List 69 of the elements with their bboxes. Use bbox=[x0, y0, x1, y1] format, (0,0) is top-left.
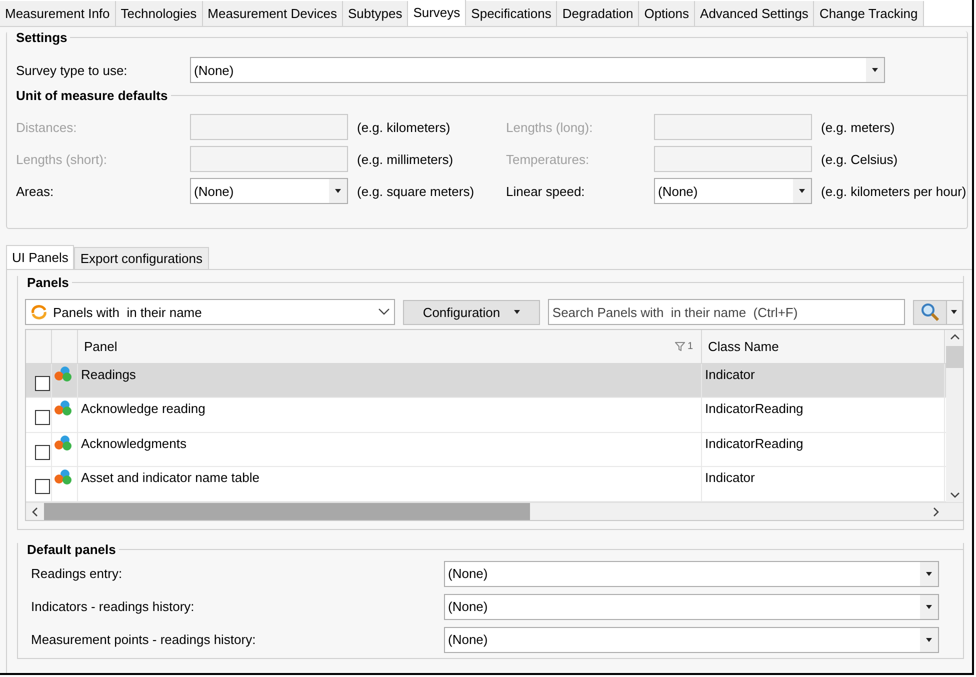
configuration-button[interactable]: Configuration bbox=[402, 300, 540, 324]
table-cell: Indicator bbox=[702, 364, 945, 398]
group-title: Settings bbox=[7, 30, 70, 45]
checkbox[interactable] bbox=[35, 479, 50, 494]
field-label: Survey type to use: bbox=[16, 62, 128, 78]
table-cell: Asset and indicator name table bbox=[78, 467, 702, 501]
table-cell: IndicatorReading bbox=[702, 398, 945, 432]
table-row[interactable]: Acknowledge reading IndicatorReading bbox=[26, 398, 946, 433]
table-cell: IndicatorReading bbox=[702, 432, 945, 466]
vertical-scrollbar[interactable] bbox=[946, 330, 963, 502]
horizontal-scrollbar[interactable] bbox=[26, 502, 963, 520]
tab[interactable]: Measurement Info bbox=[0, 1, 116, 26]
panel-dropdown[interactable]: (None) bbox=[444, 626, 939, 652]
column-header[interactable]: Panel 1 bbox=[78, 330, 702, 363]
field-label: Lengths (long): bbox=[506, 120, 594, 134]
panel-dropdown[interactable]: (None) bbox=[444, 560, 939, 586]
checkbox[interactable] bbox=[35, 444, 50, 460]
table-cell: Readings bbox=[78, 364, 702, 398]
scroll-left-icon[interactable] bbox=[31, 506, 39, 516]
table-row[interactable]: Acknowledgments IndicatorReading bbox=[26, 432, 946, 468]
hint-text: (e.g. square meters) bbox=[356, 184, 476, 198]
unit-dropdown[interactable]: (None) bbox=[190, 178, 348, 204]
scroll-right-icon[interactable] bbox=[932, 506, 940, 516]
tab[interactable]: Options bbox=[639, 1, 696, 26]
tab[interactable]: Technologies bbox=[116, 1, 203, 26]
tab[interactable]: Specifications bbox=[466, 1, 558, 26]
hint-text: (e.g. meters) bbox=[820, 120, 896, 134]
search-icon bbox=[920, 302, 940, 322]
sort-indicator: 1 bbox=[675, 340, 693, 352]
table-cell: Acknowledge reading bbox=[78, 398, 702, 432]
tab[interactable]: Measurement Devices bbox=[202, 1, 343, 26]
spheres-icon bbox=[53, 400, 73, 416]
field-label: Distances: bbox=[16, 120, 78, 134]
spheres-icon bbox=[53, 469, 73, 486]
tab[interactable]: UI Panels bbox=[6, 245, 74, 269]
survey-type-dropdown[interactable]: (None) bbox=[190, 57, 885, 83]
checkbox[interactable] bbox=[35, 376, 50, 391]
table-row[interactable]: Readings Indicator bbox=[26, 364, 946, 398]
unit-dropdown[interactable]: (None) bbox=[654, 178, 812, 204]
field-label: Measurement points - readings history: bbox=[31, 632, 257, 647]
search-button[interactable] bbox=[912, 300, 947, 324]
field-label: Temperatures: bbox=[506, 152, 590, 166]
table-cell: Acknowledgments bbox=[78, 432, 702, 466]
tab[interactable]: Advanced Settings bbox=[695, 1, 814, 26]
filter-dropdown[interactable]: Panels with in their name bbox=[25, 299, 395, 325]
hint-text: (e.g. kilometers per hour) bbox=[820, 184, 967, 198]
tab[interactable]: Degradation bbox=[557, 1, 640, 26]
table-cell: Indicator bbox=[702, 467, 945, 501]
tab[interactable]: Change Tracking bbox=[814, 1, 924, 26]
scrollbar-thumb[interactable] bbox=[44, 503, 530, 520]
hint-text: (e.g. kilometers) bbox=[356, 120, 452, 134]
column-header[interactable]: Class Name bbox=[702, 330, 945, 363]
checkbox[interactable] bbox=[35, 410, 50, 426]
field-label: Lengths (short): bbox=[16, 152, 108, 166]
scrollbar-thumb[interactable] bbox=[946, 346, 963, 368]
field-label: Readings entry: bbox=[31, 566, 124, 581]
panel-dropdown[interactable]: (None) bbox=[444, 594, 939, 620]
search-field[interactable]: Search Panels with in their name (Ctrl+F) bbox=[548, 299, 905, 325]
refresh-icon bbox=[30, 304, 48, 320]
spheres-icon bbox=[53, 434, 73, 451]
tab[interactable]: Subtypes bbox=[343, 1, 408, 26]
field-label: Indicators - readings history: bbox=[31, 599, 196, 614]
hint-text: (e.g. millimeters) bbox=[356, 152, 454, 166]
field-label: Linear speed: bbox=[506, 184, 586, 198]
field-label: Areas: bbox=[16, 184, 55, 198]
spheres-icon bbox=[53, 366, 73, 382]
tab[interactable]: Export configurations bbox=[74, 247, 208, 269]
chevron-down-icon[interactable] bbox=[378, 308, 390, 316]
hint-text: (e.g. Celsius) bbox=[820, 152, 899, 166]
